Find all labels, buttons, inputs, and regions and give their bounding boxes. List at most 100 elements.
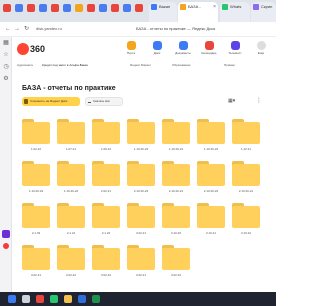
tab-whatsapp[interactable]: Whats (220, 2, 250, 22)
tab-2[interactable] (27, 4, 35, 12)
service-mail[interactable]: Почта (120, 41, 142, 57)
folder-item[interactable]: 3.02.22 (92, 245, 122, 285)
folder-name: 1.10.20-22 (203, 147, 219, 151)
folder-icon (22, 122, 50, 144)
tab-label: БАЗА - (188, 4, 201, 9)
service-disk[interactable]: Диск (146, 41, 168, 57)
service-label: Ещё (257, 51, 265, 55)
user-avatar-icon (256, 41, 266, 50)
bookmark-item[interactable]: Пример (224, 61, 235, 70)
address-bar[interactable]: disk.yandex.ru (36, 25, 62, 33)
folder-item[interactable]: 1.10.20-21 (162, 119, 192, 159)
more-services[interactable]: Ещё (250, 41, 272, 57)
folder-item[interactable]: 3.02.21 (127, 203, 157, 243)
folder-item[interactable]: 3.10.20 (162, 203, 192, 243)
yandex360-header: 360 Почта Диск Документы Календарь Телем… (12, 37, 276, 61)
tab-9[interactable] (111, 4, 119, 12)
explorer-icon[interactable] (64, 295, 72, 303)
folder-name: 3.02.21 (135, 273, 146, 277)
folder-item[interactable]: 3.02.21 (22, 245, 52, 285)
notification-icon[interactable] (3, 243, 9, 249)
folder-item[interactable]: 2.1.21 (57, 203, 87, 243)
folder-item[interactable]: 2.1.03 (22, 203, 52, 243)
download-icon (88, 99, 91, 103)
tab-4[interactable] (51, 4, 59, 12)
folder-item[interactable]: 1.10.20-22 (57, 161, 87, 201)
folder-item[interactable]: 1.10.20-23 (22, 161, 52, 201)
bookmark-item[interactable]: Кредит под залог в Альфа-Банке (42, 61, 88, 70)
more-menu-button[interactable]: ⋮ (256, 97, 262, 105)
word-icon[interactable] (78, 295, 86, 303)
grid-icon[interactable]: ▦ (2, 39, 10, 47)
folder-item[interactable]: 1.02.22 (22, 119, 52, 159)
folder-item[interactable]: 1.10.20-23 (127, 119, 157, 159)
excel-icon[interactable] (92, 295, 100, 303)
tab-7[interactable] (87, 4, 95, 12)
tab-active[interactable]: БАЗА - × (178, 2, 218, 22)
whatsapp-icon[interactable] (50, 295, 58, 303)
logo-text: 360 (30, 44, 46, 54)
folder-icon (22, 206, 50, 228)
service-calendar[interactable]: Календарь (198, 41, 220, 57)
start-icon[interactable] (8, 295, 16, 303)
settings-icon[interactable]: ⚙ (2, 75, 10, 83)
browser-sidebar: ▦ ☆ ◷ ⚙ (0, 37, 12, 292)
tab-screenshot[interactable]: Скрин (251, 2, 276, 22)
tab-5[interactable] (63, 4, 71, 12)
tab-favicon-icon (253, 4, 259, 10)
folder-icon (127, 122, 155, 144)
folder-item[interactable]: 3.02.22 (57, 245, 87, 285)
service-docs[interactable]: Документы (172, 41, 194, 57)
folder-name: 1.10.20-22 (63, 189, 79, 193)
yandex-browser-icon[interactable] (36, 295, 44, 303)
folder-icon (127, 164, 155, 186)
folder-item[interactable]: 3.02.22 (162, 245, 192, 285)
tab-vakansii[interactable]: Вакан (149, 2, 177, 22)
bookmark-item[interactable]: Яндекс Маркет (130, 61, 151, 70)
folder-item[interactable]: 3.10.22 (232, 203, 262, 243)
tab-8[interactable] (99, 4, 107, 12)
bookmark-item[interactable]: Образование (172, 61, 191, 70)
close-tab-icon[interactable]: × (213, 2, 216, 12)
tab-1[interactable] (15, 4, 23, 12)
folder-icon (92, 122, 120, 144)
folder-item[interactable]: 1.07.21 (57, 119, 87, 159)
folder-item[interactable]: 2.02.21 (92, 161, 122, 201)
save-to-disk-button[interactable]: Сохранить на Яндекс Диск (22, 97, 80, 106)
tab-0[interactable] (3, 4, 11, 12)
bookmark-icon[interactable]: ☆ (2, 51, 10, 59)
history-icon[interactable]: ◷ (2, 63, 10, 71)
folder-name: 2.1.21 (66, 231, 76, 235)
folder-item[interactable]: 2.10.20-21 (162, 161, 192, 201)
folder-item[interactable]: 1.10.20-22 (197, 119, 227, 159)
video-app-icon[interactable] (2, 230, 10, 238)
folder-icon (22, 164, 50, 186)
folder-item[interactable]: 2.1.22 (92, 203, 122, 243)
forward-button[interactable]: → (14, 25, 20, 33)
bookmark-item[interactable]: Аудиокнига (17, 61, 33, 70)
folder-item[interactable]: 1.09.22 (92, 119, 122, 159)
download-all-button[interactable]: Скачать всё (85, 97, 123, 106)
back-button[interactable]: ← (5, 25, 11, 33)
folder-item[interactable]: 2.10.20-21 (232, 161, 262, 201)
folder-icon (92, 248, 120, 270)
tab-label: Вакан (159, 4, 171, 9)
folder-item[interactable]: 2.10.20-23 (127, 161, 157, 201)
search-icon[interactable] (22, 295, 30, 303)
disk-icon (152, 41, 162, 50)
view-mode-button[interactable]: ▦▾ (228, 97, 235, 105)
logo-360[interactable]: 360 (17, 43, 46, 55)
tab-10[interactable] (123, 4, 131, 12)
service-telemost[interactable]: Телемост (224, 41, 246, 57)
folder-name: 1.10.20-23 (133, 147, 149, 151)
tab-11[interactable] (135, 4, 143, 12)
folder-name: 3.02.22 (100, 273, 111, 277)
folder-item[interactable]: 2.10.20-22 (197, 161, 227, 201)
tab-3[interactable] (39, 4, 47, 12)
tab-6[interactable] (75, 4, 83, 12)
reload-button[interactable]: ↻ (24, 25, 29, 33)
folder-name: 3.02.22 (170, 273, 181, 277)
folder-item[interactable]: 3.02.21 (127, 245, 157, 285)
folder-item[interactable]: 3.10.21 (197, 203, 227, 243)
folder-item[interactable]: 1.12.21 (232, 119, 262, 159)
